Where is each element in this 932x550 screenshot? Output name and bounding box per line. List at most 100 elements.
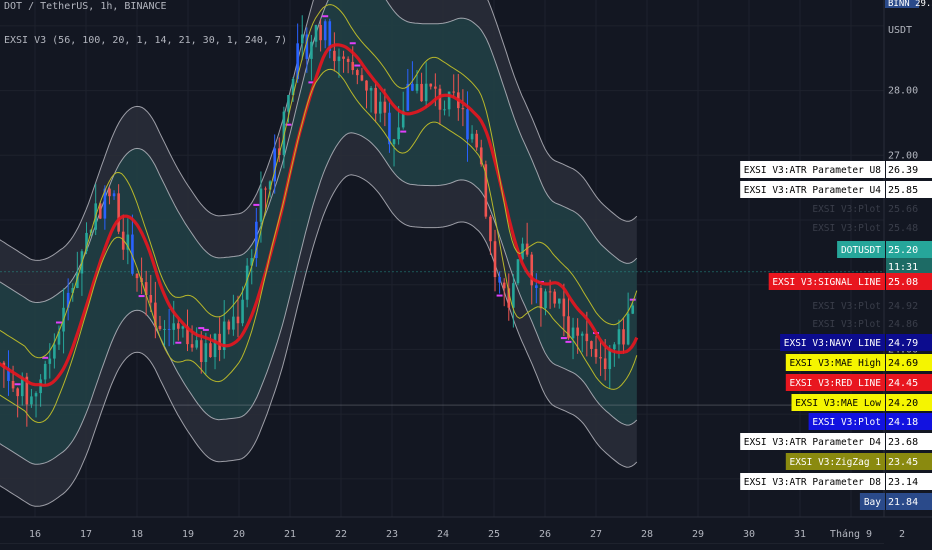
zigzag-marker <box>560 337 567 340</box>
candle-body <box>346 58 350 62</box>
zigzag-marker <box>202 328 209 331</box>
candle-body <box>535 285 538 289</box>
candle-body <box>594 348 598 358</box>
zigzag-marker <box>400 130 407 133</box>
candle-body <box>360 75 364 81</box>
price-chart[interactable]: 16 17 18 19 20 21 22 23 24 25 26 27 28 29 30 31 Tháng 9 2… <box>0 0 932 550</box>
time-axis-tick-label: 31 <box>794 529 806 540</box>
series-label-name: EXSI V3:Plot <box>812 301 881 312</box>
series-label-name: EXSI V3:SIGNAL LINE <box>772 277 881 288</box>
candle-body <box>557 298 561 304</box>
price-axis-tick-label: 27.00 <box>888 150 918 161</box>
series-label-name: EXSI V3:ZigZag 1 <box>789 457 881 468</box>
candle-body <box>11 380 15 389</box>
series-label-value: 24.20 <box>888 398 918 409</box>
candle-body <box>539 288 543 309</box>
symbol-title[interactable]: DOT / TetherUS, 1h, BINANCE <box>4 0 167 13</box>
candle-body <box>585 333 589 342</box>
time-axis-tick-label: 22 <box>335 529 347 540</box>
candle-body <box>190 344 194 348</box>
candle-body <box>135 273 139 279</box>
candle-body <box>310 41 313 59</box>
candle-body <box>167 328 171 330</box>
series-label-name: EXSI V3:ATR Parameter D8 <box>744 477 882 488</box>
zigzag-marker <box>253 203 260 206</box>
candle-body <box>438 88 442 110</box>
candle-body <box>622 329 625 345</box>
series-label-name: EXSI V3:RED LINE <box>789 378 881 389</box>
series-label-value: 23.45 <box>888 457 918 468</box>
candle-body <box>53 344 56 359</box>
candle-body <box>195 340 198 348</box>
series-label-value: 24.18 <box>888 417 918 428</box>
candle-body <box>626 313 630 345</box>
series-label-value: 23.68 <box>888 437 918 448</box>
candle-body <box>397 127 400 140</box>
zigzag-marker <box>349 42 356 45</box>
time-axis-tick-label: 28 <box>641 529 653 540</box>
indicator-title[interactable]: EXSI V3 (56, 100, 20, 1, 14, 21, 30, 1, … <box>4 34 287 47</box>
time-axis-tick-label: 30 <box>743 529 755 540</box>
candle-body <box>512 283 515 308</box>
series-label-value: 21.84 <box>888 497 918 508</box>
series-label-name: DOTUSDT <box>841 245 881 256</box>
zigzag-marker <box>138 295 145 298</box>
series-label-name: EXSI V3:MAE High <box>789 358 881 369</box>
time-axis-tick-label: Tháng 9 <box>830 528 872 540</box>
candle-body <box>452 91 456 93</box>
candle-body <box>30 396 33 405</box>
candle-body <box>617 329 621 345</box>
series-label-value: 24.92 <box>888 301 918 312</box>
candle-body <box>429 83 433 87</box>
candle-body <box>470 133 474 140</box>
zigzag-marker <box>55 321 62 324</box>
candle-body <box>374 87 377 114</box>
time-axis-tick-label: 21 <box>284 529 296 540</box>
candle-body <box>443 109 446 111</box>
candle-body <box>434 86 437 89</box>
series-label-value: 24.45 <box>888 378 918 389</box>
candle-body <box>172 323 176 330</box>
candle-body <box>213 333 217 358</box>
series-label-name: Bay <box>864 497 881 508</box>
candle-body <box>314 25 318 42</box>
candle-body <box>236 316 240 324</box>
zigzag-marker <box>354 64 361 67</box>
series-label-value: 24.69 <box>888 358 918 369</box>
candle-body <box>48 358 52 364</box>
candle-body <box>108 188 111 197</box>
zigzag-marker <box>629 298 636 301</box>
series-label-name: EXSI V3:MAE Low <box>795 398 881 409</box>
candle-body <box>562 298 566 317</box>
candle-body <box>411 83 414 91</box>
candle-body <box>323 21 327 41</box>
candle-body <box>576 327 579 336</box>
candle-body <box>158 325 162 330</box>
candle-body <box>369 87 373 91</box>
time-axis-tick-label: 24 <box>437 529 449 540</box>
series-label-name: EXSI V3:ATR Parameter D4 <box>744 437 882 448</box>
candle-body <box>264 188 267 190</box>
time-axis-tick-label: 23 <box>386 529 398 540</box>
candle-body <box>498 277 501 283</box>
candle-body <box>342 56 345 59</box>
chart-root: 16 17 18 19 20 21 22 23 24 25 26 27 28 29 30 31 Tháng 9 2… <box>0 0 932 550</box>
candle-body <box>553 291 556 304</box>
candle-body <box>333 50 336 62</box>
candle-body <box>227 321 231 330</box>
time-axis-tick-label: 18 <box>131 529 143 540</box>
candle-body <box>406 83 410 111</box>
candle-body <box>199 340 203 363</box>
candle-body <box>259 188 263 222</box>
zigzag-marker <box>198 327 205 330</box>
series-label-value: 25.85 <box>888 185 918 196</box>
candle-body <box>287 95 290 112</box>
candle-body <box>544 291 547 309</box>
zigzag-marker <box>175 341 182 344</box>
candle-body <box>461 108 465 110</box>
series-label-name: EXSI V3:NAVY LINE <box>784 338 882 349</box>
candle-body <box>590 341 593 349</box>
candle-body <box>631 305 635 314</box>
candle-body <box>415 83 419 91</box>
series-label-value: 24.86 <box>888 319 918 330</box>
